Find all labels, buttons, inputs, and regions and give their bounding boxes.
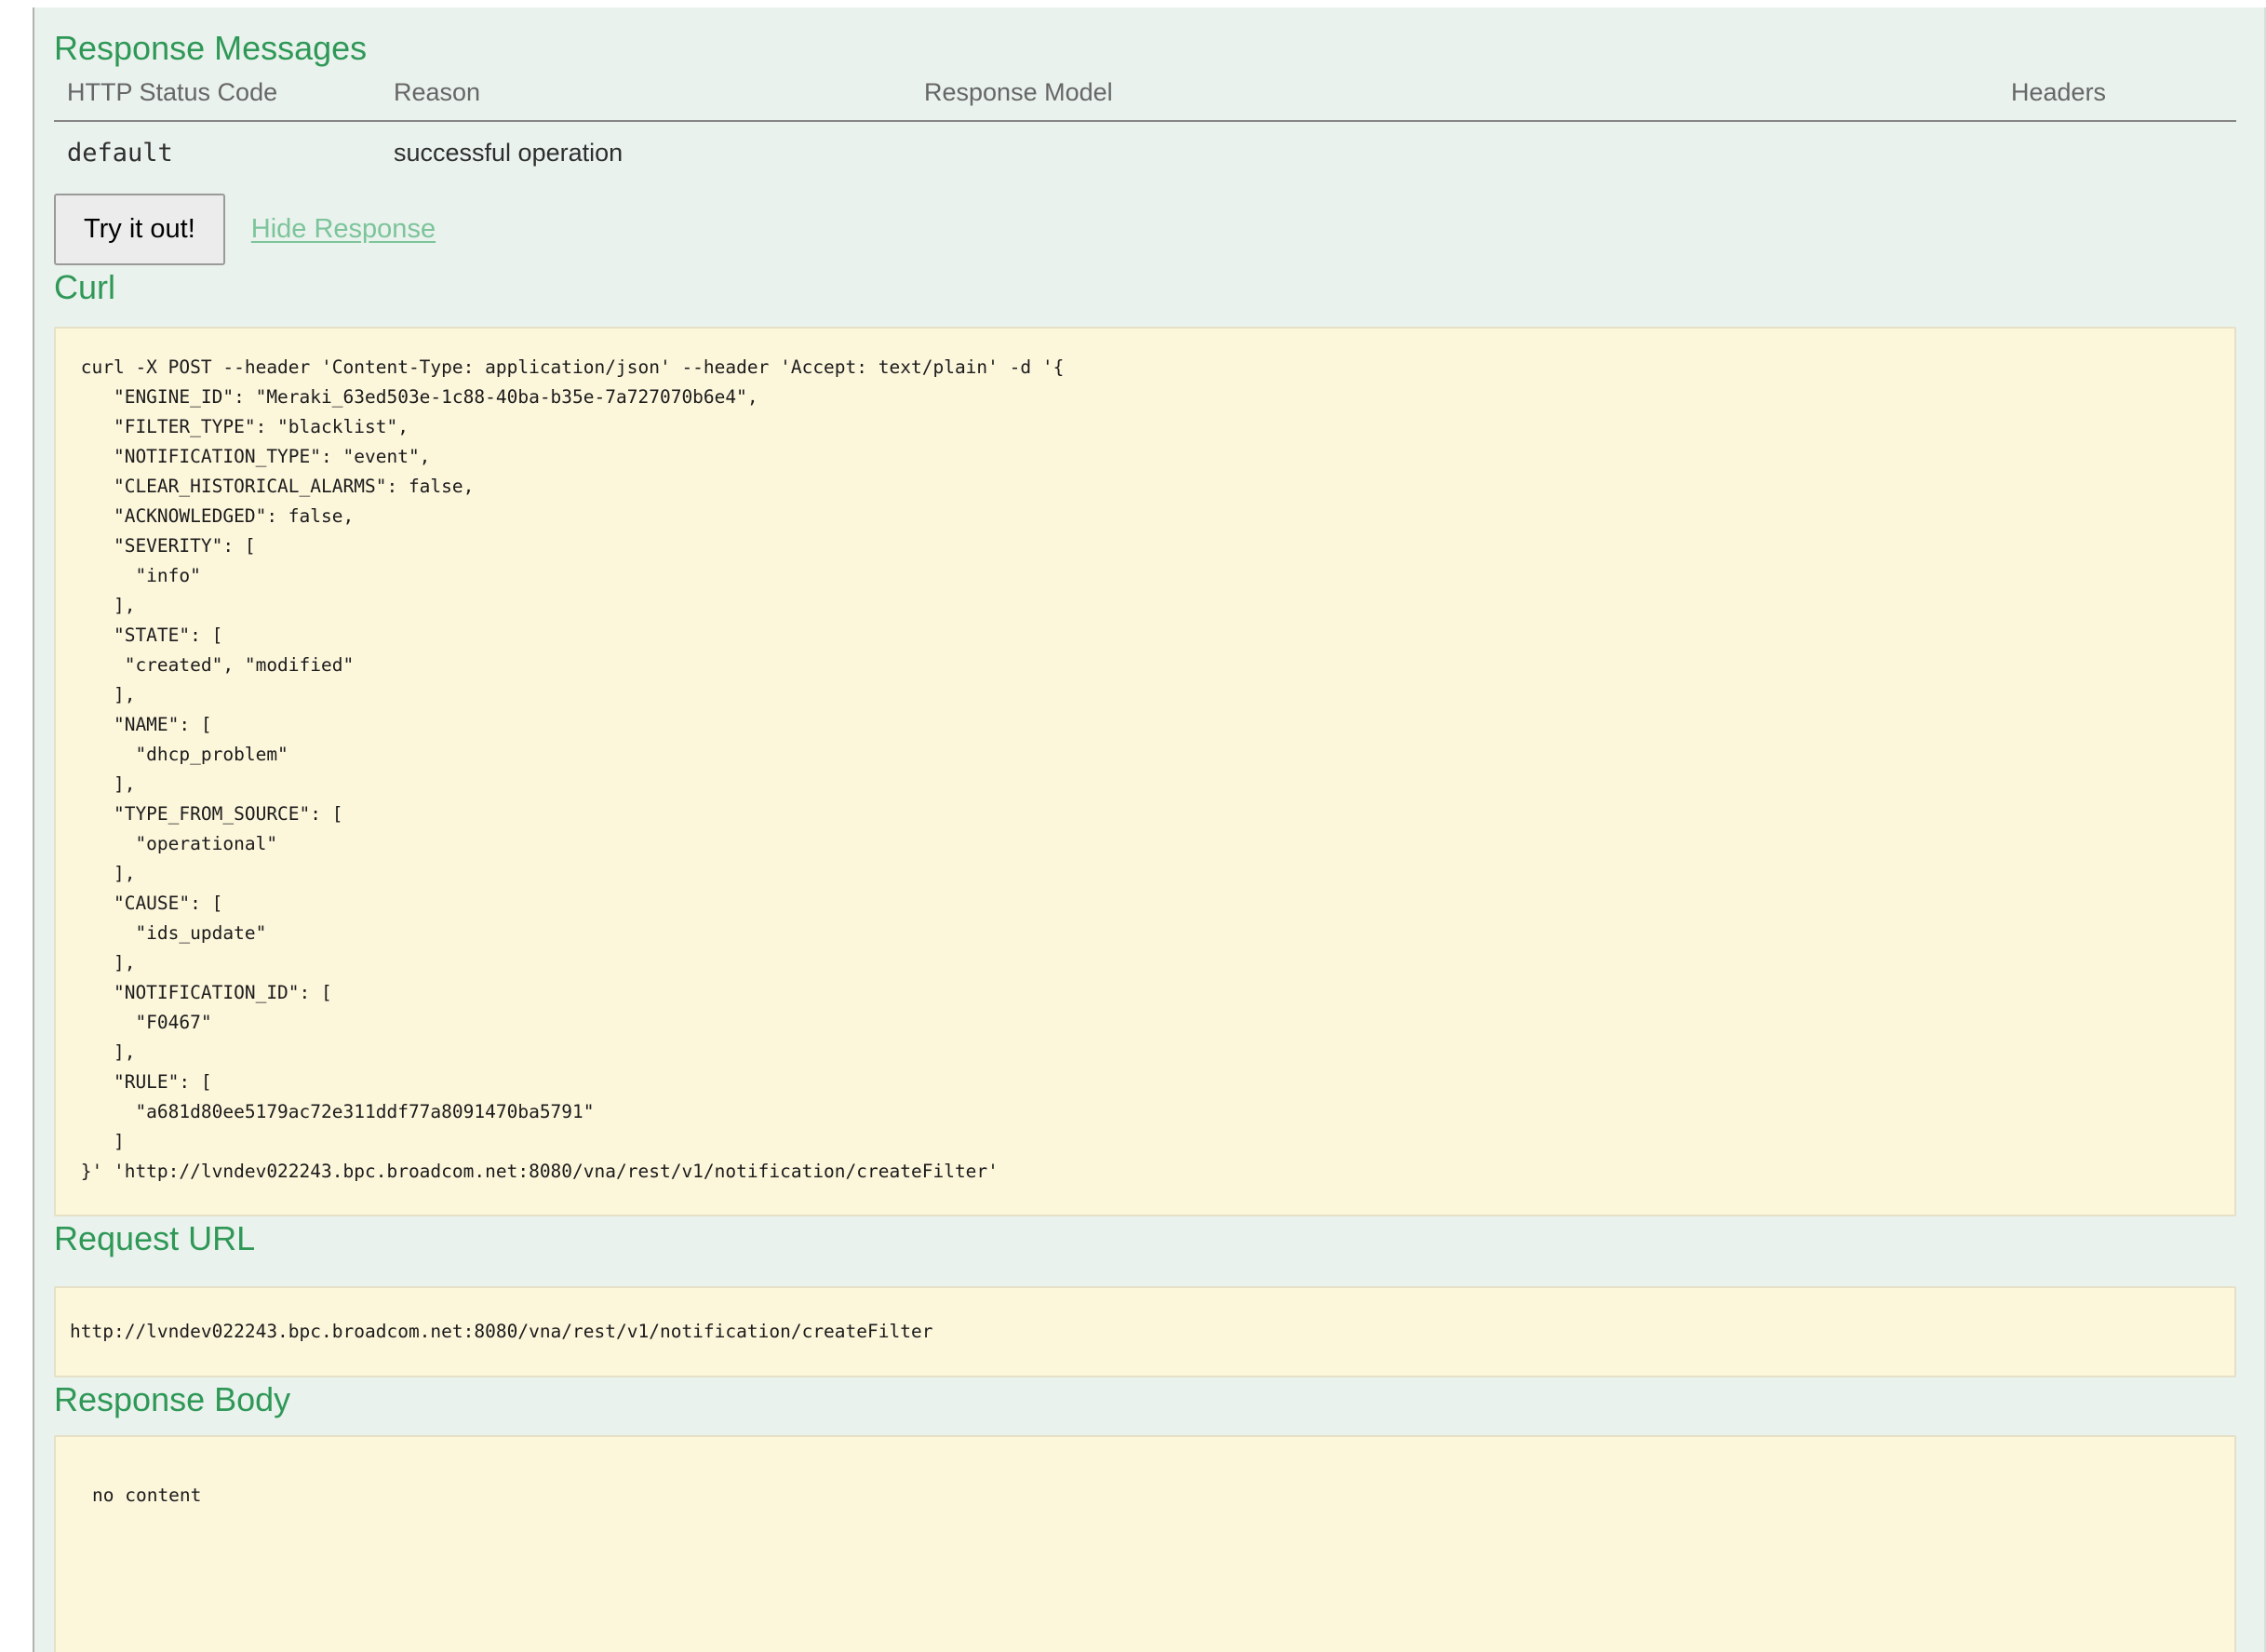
curl-heading: Curl: [54, 265, 2236, 310]
response-model-cell: [924, 121, 2011, 186]
request-url-heading: Request URL: [54, 1216, 2236, 1261]
headers-cell: [2011, 121, 2236, 186]
column-header-reason: Reason: [394, 78, 924, 121]
response-messages-table: HTTP Status Code Reason Response Model H…: [54, 78, 2236, 186]
table-row: default successful operation: [54, 121, 2236, 186]
column-header-response-model: Response Model: [924, 78, 2011, 121]
column-header-http-status-code: HTTP Status Code: [54, 78, 394, 121]
column-header-headers: Headers: [2011, 78, 2236, 121]
response-messages-heading: Response Messages: [54, 7, 2236, 71]
response-body-heading: Response Body: [54, 1377, 2236, 1422]
response-body-snippet: no content: [54, 1435, 2236, 1652]
curl-command-snippet: curl -X POST --header 'Content-Type: app…: [54, 327, 2236, 1216]
reason-cell: successful operation: [394, 121, 924, 186]
try-it-out-button[interactable]: Try it out!: [54, 194, 225, 265]
actions-row: Try it out! Hide Response: [54, 194, 2236, 265]
operation-content-panel: Response Messages HTTP Status Code Reaso…: [33, 7, 2266, 1652]
table-header-row: HTTP Status Code Reason Response Model H…: [54, 78, 2236, 121]
request-url-snippet: http://lvndev022243.bpc.broadcom.net:808…: [54, 1286, 2236, 1377]
hide-response-link[interactable]: Hide Response: [251, 214, 436, 245]
status-code-cell: default: [54, 121, 394, 186]
